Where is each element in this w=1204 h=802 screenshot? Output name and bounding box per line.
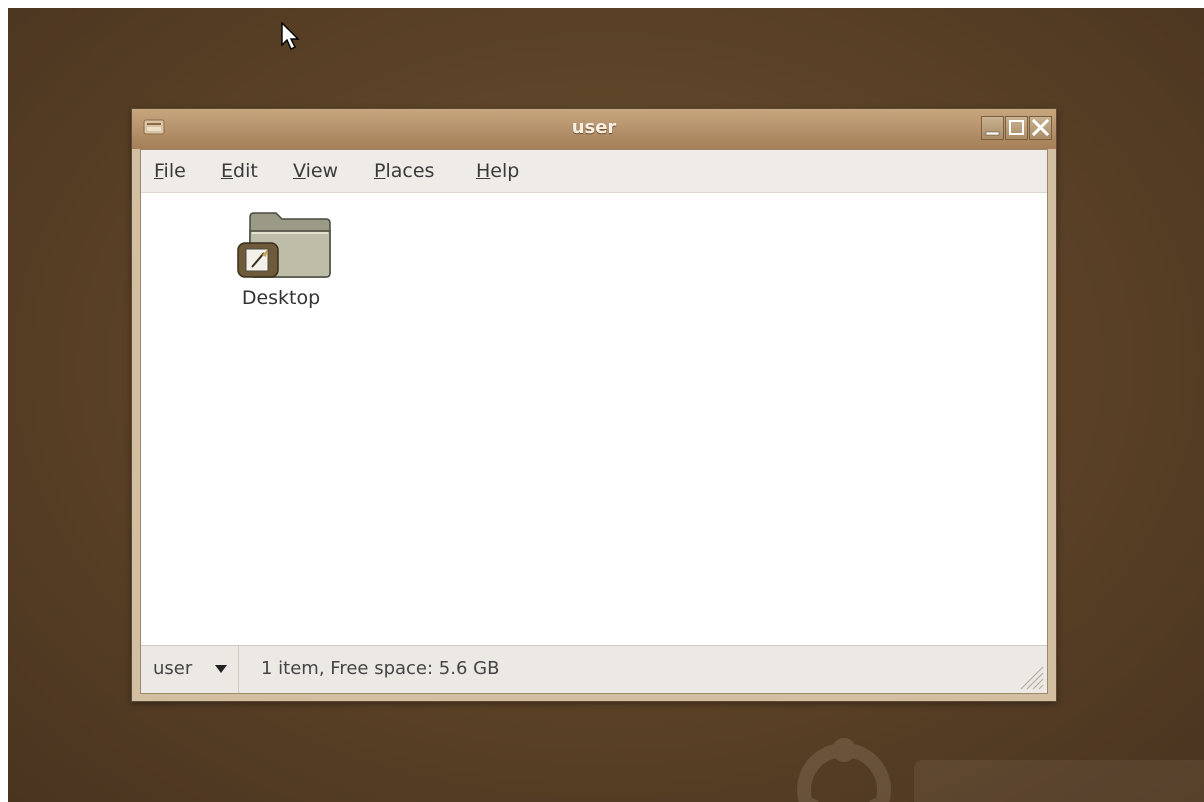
resize-grip-icon[interactable] — [1015, 661, 1045, 691]
status-text: 1 item, Free space: 5.6 GB — [261, 658, 500, 679]
ubuntu-logo-watermark — [797, 738, 1204, 802]
window-titlebar[interactable]: user — [132, 109, 1056, 149]
location-dropdown[interactable]: user — [141, 646, 239, 693]
chevron-down-icon — [215, 665, 227, 673]
menu-places[interactable]: Places — [374, 160, 434, 182]
desktop-folder-icon — [237, 212, 331, 278]
menu-bar: File Edit View Places Help — [141, 150, 1047, 193]
mouse-pointer-icon — [281, 22, 300, 50]
location-dropdown-value: user — [153, 658, 193, 679]
maximize-button[interactable] — [1005, 116, 1028, 140]
file-manager-window: user File Edit View Places Help Desktop … — [131, 108, 1057, 702]
menu-file[interactable]: File — [154, 160, 186, 182]
file-view[interactable]: Desktop — [141, 193, 1047, 645]
status-bar: user 1 item, Free space: 5.6 GB — [141, 645, 1047, 693]
close-icon — [1031, 118, 1050, 137]
minimize-icon — [985, 131, 1000, 136]
menu-view[interactable]: View — [293, 160, 338, 182]
window-title: user — [571, 117, 617, 138]
file-item-label: Desktop — [241, 287, 321, 309]
desktop-background: user File Edit View Places Help Desktop … — [8, 8, 1204, 802]
window-client-area: File Edit View Places Help Desktop user … — [140, 149, 1048, 694]
maximize-icon — [1009, 120, 1024, 135]
file-item-desktop[interactable]: Desktop — [221, 209, 341, 309]
close-button[interactable] — [1029, 116, 1052, 140]
menu-help[interactable]: Help — [476, 160, 519, 182]
menu-edit[interactable]: Edit — [221, 160, 258, 182]
minimize-button[interactable] — [981, 116, 1004, 140]
